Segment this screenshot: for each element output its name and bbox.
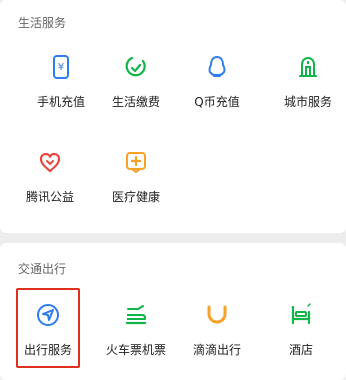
qcoin-recharge-button[interactable]: Q币充值 bbox=[175, 55, 259, 119]
mobile-recharge-icon: ¥ bbox=[53, 55, 69, 79]
train-plane-ticket-label: 火车票机票 bbox=[105, 343, 166, 357]
hotel-button[interactable]: 酒店 bbox=[259, 303, 343, 367]
medical-health-icon bbox=[126, 152, 146, 174]
charity-label: 腾讯公益 bbox=[25, 190, 74, 204]
charity-button[interactable]: 腾讯公益 bbox=[8, 150, 92, 214]
travel-service-button[interactable]: 出行服务 bbox=[6, 303, 90, 367]
city-service-icon bbox=[299, 56, 317, 77]
transport-panel: 交通出行 出行服务 火车票机票 滴滴出行 酒店 bbox=[0, 243, 346, 380]
mobile-recharge-button[interactable]: ¥ 手机充值 bbox=[19, 55, 103, 119]
mobile-recharge-label: 手机充值 bbox=[36, 95, 85, 109]
utility-payment-button[interactable]: 生活缴费 bbox=[94, 55, 178, 119]
didi-label: 滴滴出行 bbox=[192, 343, 241, 357]
life-services-panel: 生活服务 ¥ 手机充值 生活缴费 Q币充值 城市服务 腾讯公益 医疗健康 bbox=[0, 0, 346, 233]
transport-title: 交通出行 bbox=[18, 262, 67, 276]
svg-text:¥: ¥ bbox=[58, 62, 64, 73]
medical-health-label: 医疗健康 bbox=[111, 190, 160, 204]
hotel-bed-icon bbox=[291, 303, 311, 325]
utility-payment-label: 生活缴费 bbox=[111, 95, 160, 109]
train-plane-ticket-button[interactable]: 火车票机票 bbox=[94, 303, 178, 367]
didi-icon bbox=[207, 305, 227, 324]
travel-service-icon bbox=[37, 304, 59, 326]
train-plane-ticket-icon bbox=[125, 305, 147, 325]
didi-button[interactable]: 滴滴出行 bbox=[175, 303, 259, 367]
qcoin-recharge-label: Q币充值 bbox=[194, 95, 240, 109]
city-service-label: 城市服务 bbox=[283, 95, 332, 109]
life-services-title: 生活服务 bbox=[18, 16, 67, 30]
city-service-button[interactable]: 城市服务 bbox=[266, 55, 346, 119]
charity-heart-icon bbox=[39, 152, 61, 173]
medical-health-button[interactable]: 医疗健康 bbox=[94, 150, 178, 214]
utility-payment-icon bbox=[125, 56, 146, 77]
travel-service-label: 出行服务 bbox=[23, 343, 72, 357]
qcoin-recharge-icon bbox=[208, 55, 226, 77]
hotel-label: 酒店 bbox=[288, 343, 313, 357]
